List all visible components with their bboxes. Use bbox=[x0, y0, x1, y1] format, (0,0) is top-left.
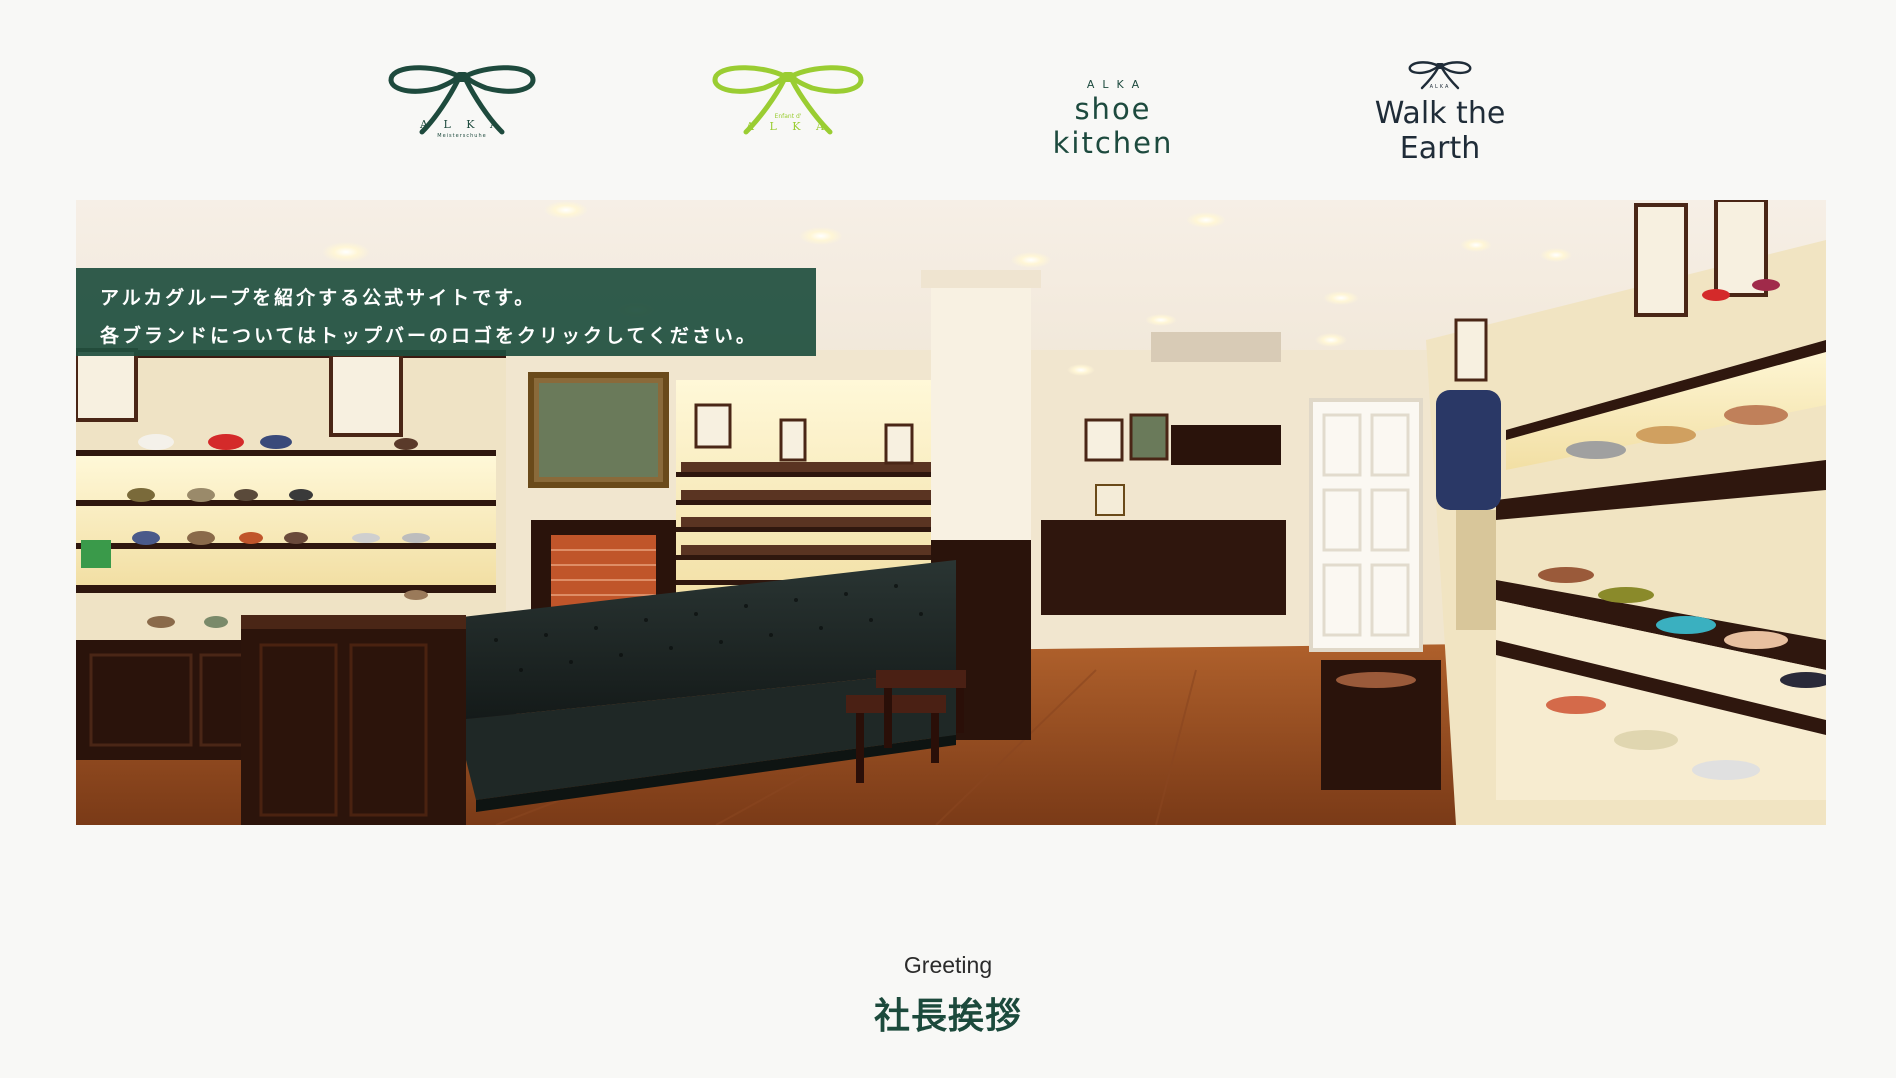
logo-wordmark: A L K A bbox=[419, 118, 504, 131]
logo-wordmark: A L K A bbox=[745, 120, 830, 133]
logo-subtitle: Meisterschuhe bbox=[437, 133, 486, 139]
logo-wordmark: shoe kitchen bbox=[1052, 92, 1174, 160]
hero-banner: アルカグループを紹介する公式サイトです。 各ブランドについてはトップバーのロゴを… bbox=[76, 200, 1826, 825]
logo-subtitle: ALKA bbox=[1430, 84, 1451, 90]
hero-caption-line: 各ブランドについてはトップバーのロゴをクリックしてください。 bbox=[100, 325, 758, 347]
brand-logo-bar: A L K A Meisterschuhe Enfant d' A L K A … bbox=[0, 0, 1896, 170]
ribbon-bow-icon: ALKA bbox=[1408, 61, 1472, 90]
logo-alka-meisterschuhe[interactable]: A L K A Meisterschuhe bbox=[386, 62, 538, 140]
ribbon-bow-icon: Enfant d' A L K A bbox=[712, 65, 864, 135]
logo-subtitle: Enfant d' bbox=[775, 113, 802, 120]
logo-subtitle: ALKA bbox=[1086, 78, 1148, 91]
logo-walk-the-earth[interactable]: ALKA Walk the Earth bbox=[1332, 58, 1548, 166]
logo-enfant-d-alka[interactable]: Enfant d' A L K A bbox=[708, 62, 868, 140]
greeting-heading-ja: 社長挨拶 bbox=[873, 995, 1022, 1037]
ribbon-bow-icon: A L K A Meisterschuhe bbox=[388, 65, 536, 139]
hero-caption-line: アルカグループを紹介する公式サイトです。 bbox=[100, 287, 537, 309]
greeting-heading-en: Greeting bbox=[903, 952, 993, 978]
logo-shoe-kitchen[interactable]: ALKA shoe kitchen bbox=[1010, 74, 1216, 160]
hero-caption: アルカグループを紹介する公式サイトです。 各ブランドについてはトップバーのロゴを… bbox=[76, 268, 816, 356]
greeting-section: Greeting 社長挨拶 bbox=[0, 952, 1896, 1039]
logo-wordmark: Walk the Earth bbox=[1374, 96, 1506, 166]
